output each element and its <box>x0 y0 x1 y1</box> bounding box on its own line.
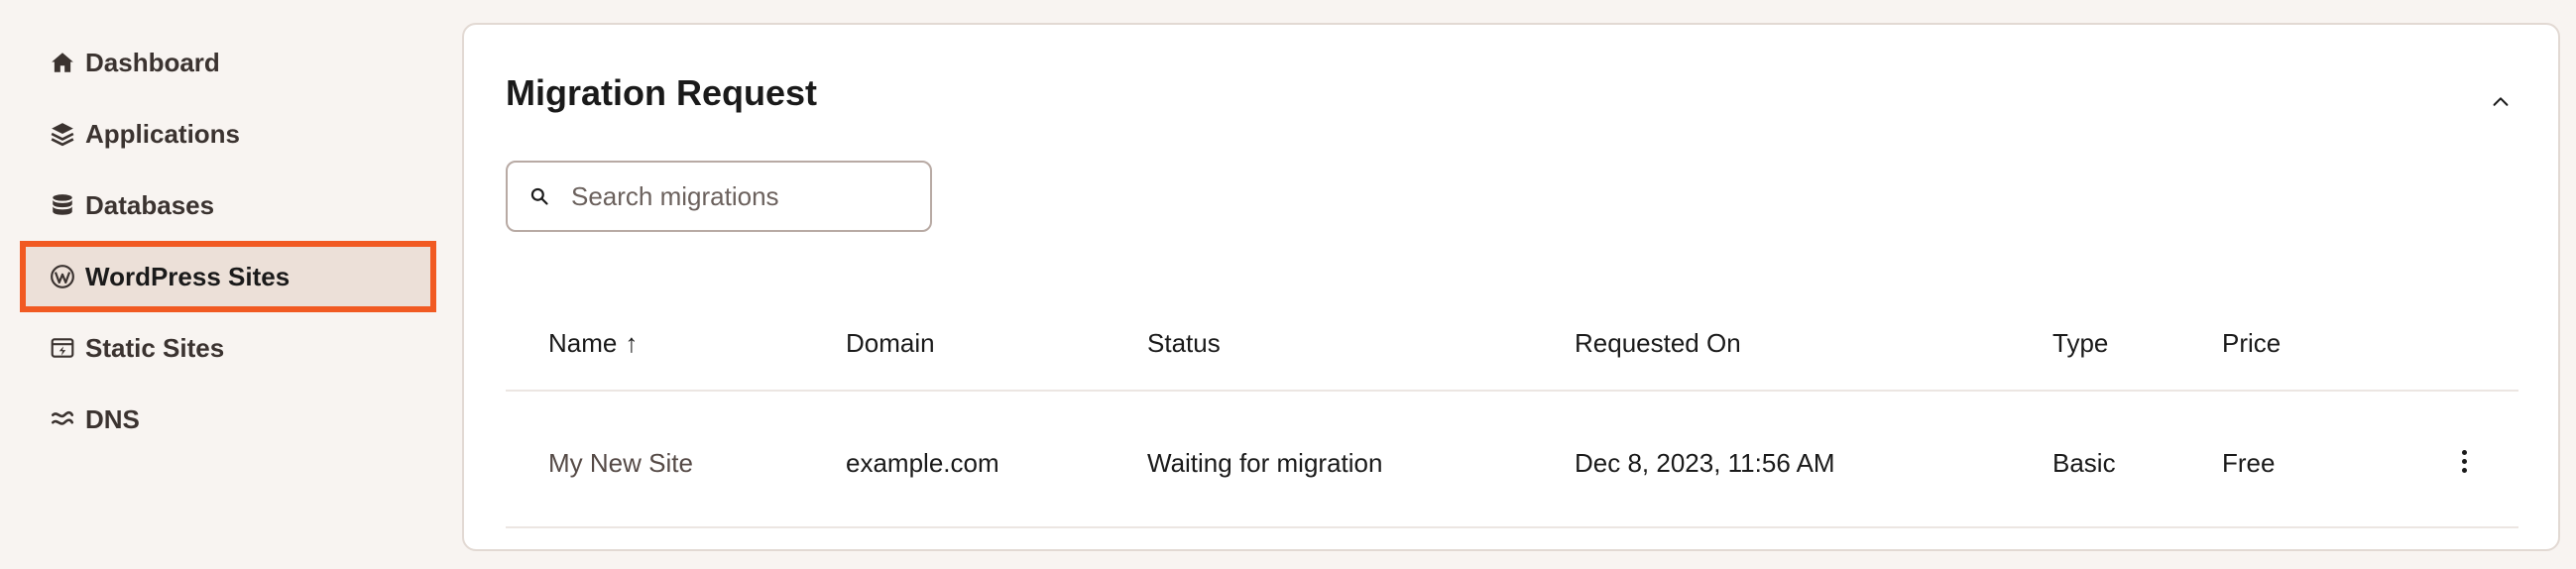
table-header: Name ↑ Domain Status Requested On Type Pr… <box>506 290 2518 392</box>
database-icon <box>48 190 77 220</box>
sidebar-item-label: Dashboard <box>85 47 220 77</box>
search-icon <box>530 187 548 205</box>
sidebar-item-dashboard[interactable]: Dashboard <box>20 27 436 98</box>
sidebar-item-wordpress-sites[interactable]: WordPress Sites <box>20 241 436 312</box>
dns-icon <box>48 404 77 434</box>
sidebar-item-dns[interactable]: DNS <box>20 384 436 455</box>
column-header-requested-on[interactable]: Requested On <box>1575 328 1741 359</box>
cell-domain: example.com <box>846 448 999 478</box>
cell-requested-on: Dec 8, 2023, 11:56 AM <box>1575 448 1835 478</box>
cell-price: Free <box>2222 448 2276 478</box>
migration-request-panel: Migration Request Name↑ Domain Status Re… <box>462 23 2560 551</box>
migrations-table: Name ↑ Domain Status Requested On Type Pr… <box>506 290 2518 528</box>
sidebar-item-label: DNS <box>85 403 140 434</box>
wordpress-icon <box>48 262 77 291</box>
column-header-status[interactable]: Status <box>1147 328 1221 359</box>
column-header-type[interactable]: Type <box>2052 328 2108 359</box>
sidebar-item-label: Applications <box>85 118 241 149</box>
column-header-price[interactable]: Price <box>2222 328 2281 359</box>
cell-name[interactable]: My New Site <box>548 448 693 479</box>
row-actions-menu-icon[interactable] <box>2449 441 2479 481</box>
home-icon <box>48 48 77 77</box>
chevron-up-icon <box>2493 97 2509 106</box>
static-site-icon <box>48 333 77 363</box>
column-header-domain[interactable]: Domain <box>846 328 935 359</box>
search-field[interactable] <box>506 161 932 232</box>
column-header-name[interactable]: Name ↑ <box>548 328 638 359</box>
sidebar-item-label: WordPress Sites <box>85 261 291 291</box>
column-header-label: Name <box>548 328 618 358</box>
sort-ascending-icon: ↑ <box>625 328 639 358</box>
sidebar-item-applications[interactable]: Applications <box>20 98 436 170</box>
sidebar-item-databases[interactable]: Databases <box>20 170 436 241</box>
panel-title: Migration Request <box>506 72 818 113</box>
sidebar-item-label: Databases <box>85 189 215 220</box>
sidebar-item-static-sites[interactable]: Static Sites <box>20 312 436 384</box>
cell-type: Basic <box>2052 448 2116 478</box>
table-row: My New Site example.com Waiting for migr… <box>506 392 2518 528</box>
collapse-button[interactable] <box>2481 82 2520 122</box>
cell-status: Waiting for migration <box>1147 448 1383 478</box>
search-input[interactable] <box>571 180 928 212</box>
sidebar: Dashboard Applications Databases WordPre… <box>0 0 436 569</box>
sidebar-item-label: Static Sites <box>85 332 225 363</box>
layers-icon <box>48 119 77 149</box>
